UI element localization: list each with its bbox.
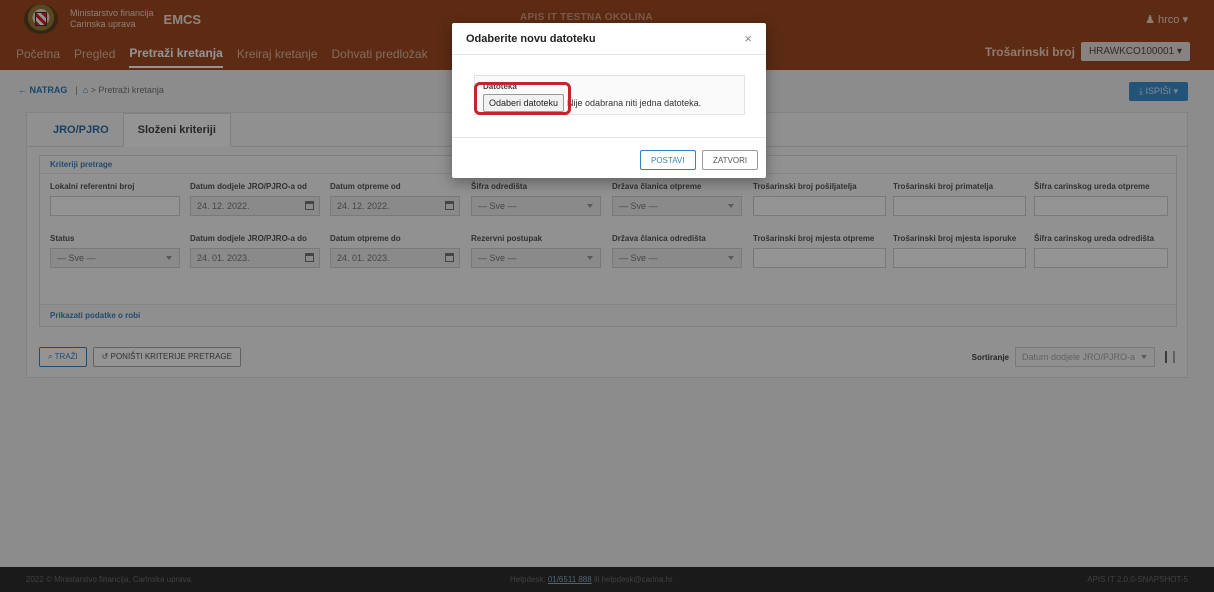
set-button[interactable]: POSTAVI [640,150,696,170]
dialog-header: Odaberite novu datoteku [452,23,766,55]
file-status-text: Nije odabrana niti jedna datoteka. [567,98,702,108]
close-button[interactable]: ZATVORI [702,150,759,170]
annotation-highlight [474,82,571,115]
dialog-title: Odaberite novu datoteku [466,32,596,45]
close-icon[interactable]: × [744,31,752,46]
dialog-footer: POSTAVI ZATVORI [452,137,766,178]
